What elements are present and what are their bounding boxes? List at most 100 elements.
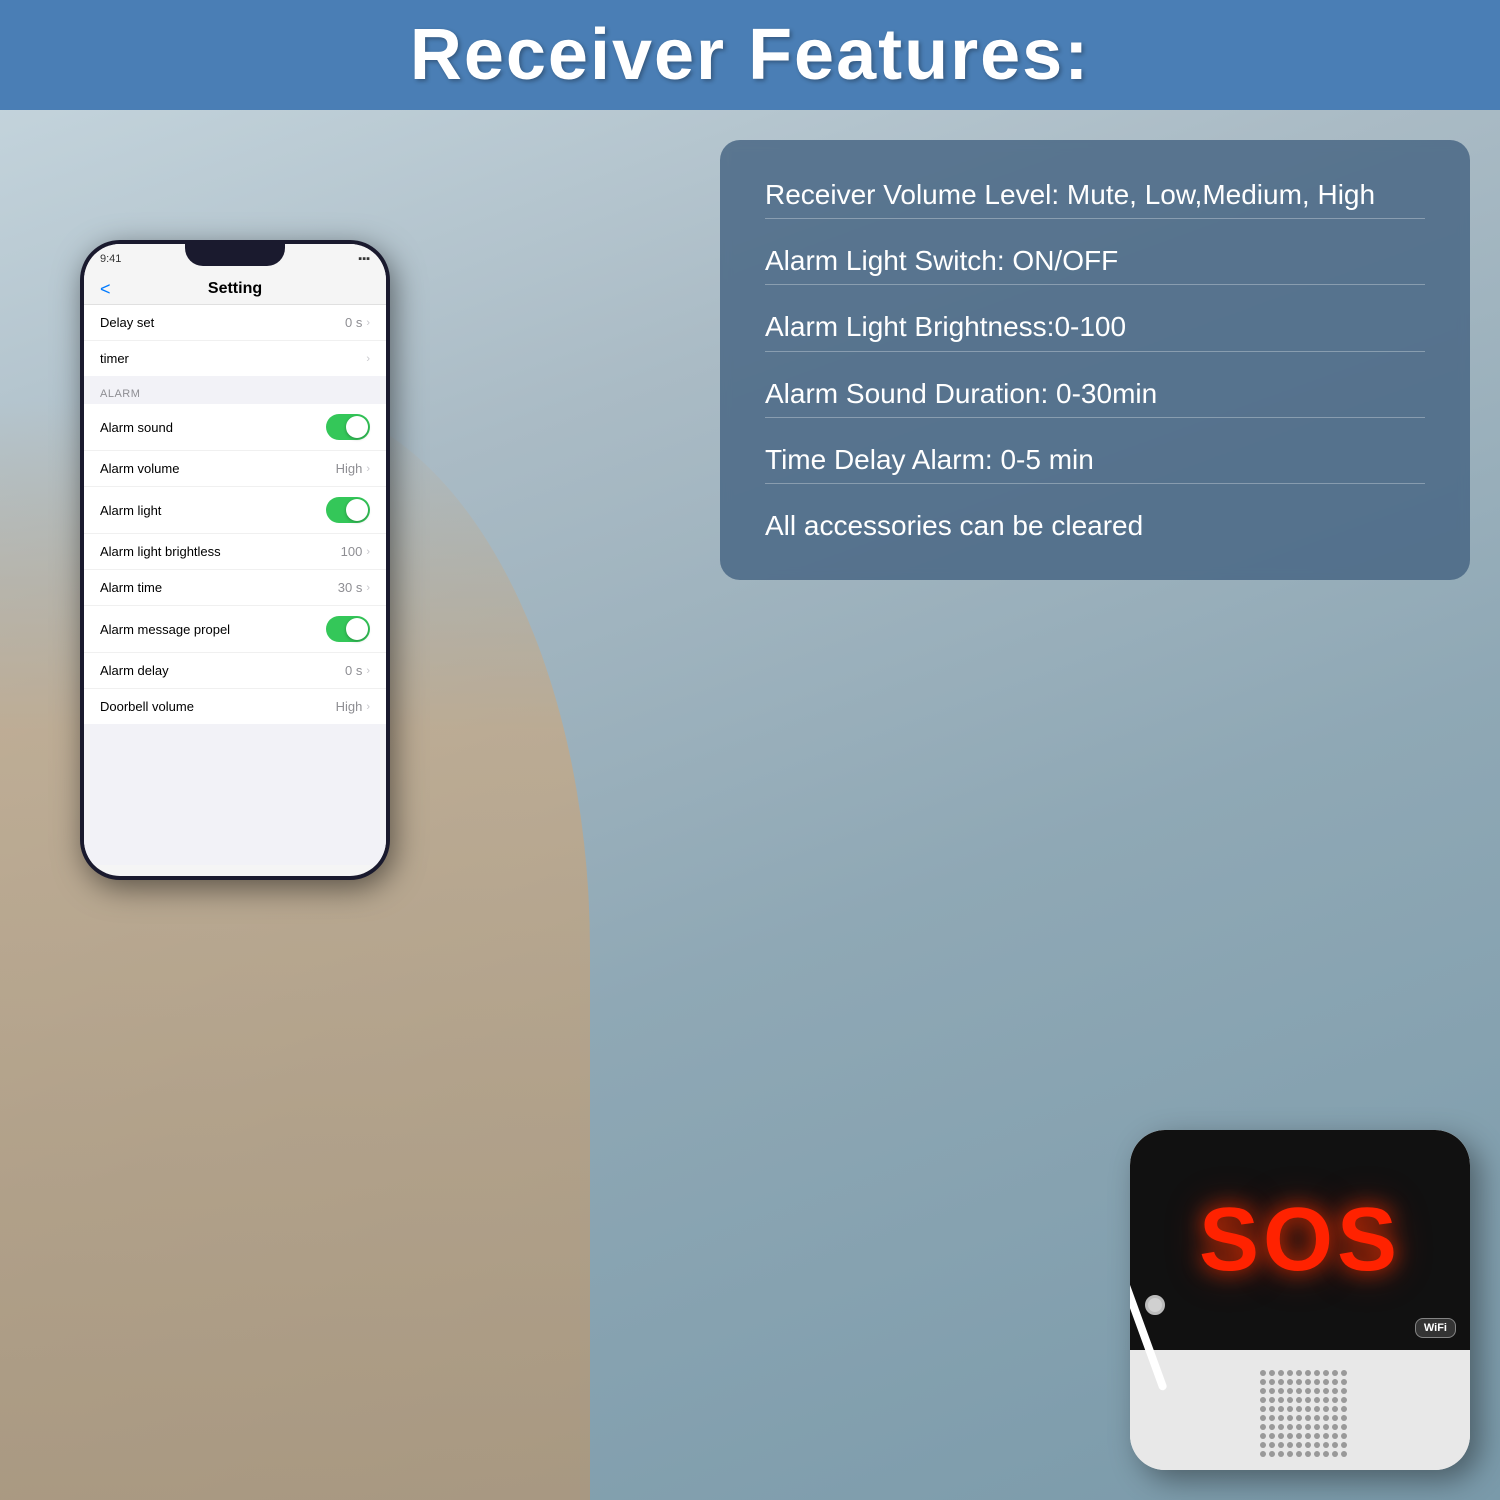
speaker-dot	[1305, 1415, 1311, 1421]
feature-delay-text: Time Delay Alarm: 0-5 min	[765, 440, 1425, 479]
speaker-dot	[1269, 1442, 1275, 1448]
speaker-dot	[1314, 1442, 1320, 1448]
alarm-section-label: Alarm	[84, 376, 386, 404]
features-panel: Receiver Volume Level: Mute, Low,Medium,…	[720, 140, 1470, 580]
speaker-dot	[1260, 1415, 1266, 1421]
speaker-dot	[1287, 1388, 1293, 1394]
speaker-dot	[1278, 1451, 1284, 1457]
alarm-delay-value: 0 s ›	[345, 663, 370, 678]
speaker-dot	[1341, 1406, 1347, 1412]
settings-row-alarm-delay[interactable]: Alarm delay 0 s ›	[84, 653, 386, 689]
speaker-dot	[1314, 1415, 1320, 1421]
speaker-dot	[1269, 1388, 1275, 1394]
alarm-sound-toggle[interactable]	[326, 414, 370, 440]
speaker-dot	[1260, 1379, 1266, 1385]
feature-light-switch: Alarm Light Switch: ON/OFF	[765, 241, 1425, 285]
sos-text: SOS	[1199, 1189, 1401, 1292]
status-time: 9:41	[100, 253, 121, 265]
settings-row-alarm-volume[interactable]: Alarm volume High ›	[84, 451, 386, 487]
speaker-dot	[1296, 1424, 1302, 1430]
device-area: SOS WiFi	[1020, 1040, 1470, 1470]
settings-row-timer[interactable]: timer ›	[84, 341, 386, 376]
speaker-dot	[1314, 1370, 1320, 1376]
feature-duration-text: Alarm Sound Duration: 0-30min	[765, 374, 1425, 413]
speaker-dot	[1296, 1370, 1302, 1376]
speaker-dot	[1278, 1442, 1284, 1448]
speaker-dot	[1287, 1424, 1293, 1430]
feature-divider-2	[765, 351, 1425, 352]
alarm-time-value: 30 s ›	[338, 580, 370, 595]
speaker-dot	[1287, 1451, 1293, 1457]
feature-brightness: Alarm Light Brightness:0-100	[765, 307, 1425, 351]
speaker-dot	[1305, 1442, 1311, 1448]
feature-light-switch-text: Alarm Light Switch: ON/OFF	[765, 241, 1425, 280]
speaker-dot	[1323, 1388, 1329, 1394]
toggle-thumb	[346, 416, 368, 438]
speaker-dot	[1269, 1433, 1275, 1439]
speaker-dot	[1269, 1451, 1275, 1457]
wifi-icon: WiFi	[1424, 1322, 1447, 1334]
phone-area: 9:41 ▪▪▪ < Setting Delay set 0 s › timer…	[0, 110, 600, 1500]
delay-set-label: Delay set	[100, 315, 154, 330]
feature-clear: All accessories can be cleared	[765, 506, 1425, 545]
speaker-dot	[1287, 1433, 1293, 1439]
speaker-dot	[1269, 1415, 1275, 1421]
alarm-time-label: Alarm time	[100, 580, 162, 595]
speaker-dot	[1296, 1433, 1302, 1439]
speaker-dot	[1314, 1379, 1320, 1385]
settings-row-alarm-message[interactable]: Alarm message propel	[84, 606, 386, 653]
speaker-dot	[1323, 1442, 1329, 1448]
feature-delay: Time Delay Alarm: 0-5 min	[765, 440, 1425, 484]
speaker-dot	[1305, 1433, 1311, 1439]
speaker-dot	[1305, 1397, 1311, 1403]
speaker-dot	[1260, 1397, 1266, 1403]
settings-row-alarm-light[interactable]: Alarm light	[84, 487, 386, 534]
settings-row-alarm-time[interactable]: Alarm time 30 s ›	[84, 570, 386, 606]
speaker-dot	[1323, 1370, 1329, 1376]
settings-row-alarm-sound[interactable]: Alarm sound	[84, 404, 386, 451]
speaker-dot	[1332, 1379, 1338, 1385]
delay-set-value: 0 s ›	[345, 315, 370, 330]
speaker-dot	[1323, 1406, 1329, 1412]
feature-divider-3	[765, 417, 1425, 418]
speaker-dot	[1323, 1415, 1329, 1421]
settings-row-doorbell-volume[interactable]: Doorbell volume High ›	[84, 689, 386, 724]
feature-duration: Alarm Sound Duration: 0-30min	[765, 374, 1425, 418]
speaker-dot	[1314, 1451, 1320, 1457]
speaker-dot	[1260, 1406, 1266, 1412]
feature-divider-0	[765, 218, 1425, 219]
speaker-dot	[1323, 1433, 1329, 1439]
feature-volume-text: Receiver Volume Level: Mute, Low,Medium,…	[765, 175, 1425, 214]
phone-notch	[185, 240, 285, 266]
speaker-dot	[1287, 1406, 1293, 1412]
settings-row-delay-set[interactable]: Delay set 0 s ›	[84, 305, 386, 341]
header-bar: Receiver Features:	[0, 0, 1500, 110]
alarm-message-toggle[interactable]	[326, 616, 370, 642]
settings-alarm-group: Alarm sound Alarm volume High › Alarm li…	[84, 404, 386, 724]
page-title: Receiver Features:	[410, 14, 1090, 96]
speaker-dot	[1287, 1415, 1293, 1421]
speaker-dot	[1314, 1388, 1320, 1394]
speaker-dot	[1332, 1451, 1338, 1457]
speaker-dot	[1323, 1424, 1329, 1430]
speaker-dot	[1332, 1433, 1338, 1439]
alarm-light-toggle[interactable]	[326, 497, 370, 523]
speaker-dot	[1269, 1424, 1275, 1430]
speaker-dot	[1278, 1424, 1284, 1430]
settings-row-alarm-brightness[interactable]: Alarm light brightless 100 ›	[84, 534, 386, 570]
phone-nav-bar: < Setting	[84, 274, 386, 305]
phone-content: Delay set 0 s › timer › Alarm Alarm soun…	[84, 305, 386, 865]
nav-back-button[interactable]: <	[100, 279, 111, 300]
alarm-sound-label: Alarm sound	[100, 420, 173, 435]
speaker-dot	[1314, 1433, 1320, 1439]
speaker-dot	[1332, 1388, 1338, 1394]
speaker-dot	[1260, 1370, 1266, 1376]
phone-screen: 9:41 ▪▪▪ < Setting Delay set 0 s › timer…	[84, 244, 386, 876]
speaker-dot	[1278, 1379, 1284, 1385]
speaker-dot	[1296, 1406, 1302, 1412]
alarm-brightness-label: Alarm light brightless	[100, 544, 221, 559]
status-icons: ▪▪▪	[358, 253, 370, 265]
speaker-dot	[1341, 1415, 1347, 1421]
feature-divider-1	[765, 284, 1425, 285]
sos-screen: SOS WiFi	[1130, 1130, 1470, 1350]
